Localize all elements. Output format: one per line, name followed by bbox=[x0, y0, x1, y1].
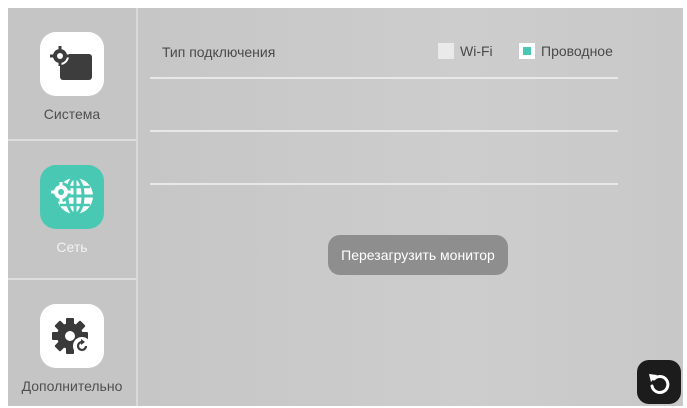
sidebar-item-label: Дополнительно bbox=[21, 378, 123, 394]
wired-option[interactable]: Проводное bbox=[519, 43, 613, 59]
divider-line bbox=[150, 183, 618, 185]
monitor-screen: Система Сеть Дополнительно Тип подключен… bbox=[8, 8, 683, 406]
divider-line bbox=[150, 77, 618, 79]
divider-line bbox=[150, 130, 618, 132]
sidebar-item-advanced[interactable]: Дополнительно bbox=[8, 280, 136, 406]
network-settings-panel: Тип подключения Wi-Fi Проводное Перезагр… bbox=[138, 8, 683, 406]
connection-type-label: Тип подключения bbox=[162, 44, 276, 60]
back-arrow-icon bbox=[649, 374, 670, 394]
system-settings-icon bbox=[40, 32, 104, 96]
sidebar-item-system[interactable]: Система bbox=[8, 8, 136, 140]
wifi-option[interactable]: Wi-Fi bbox=[438, 43, 493, 59]
sidebar-item-label: Система bbox=[43, 106, 101, 122]
wired-checkbox[interactable] bbox=[519, 43, 535, 59]
sidebar-item-network[interactable]: Сеть bbox=[8, 141, 136, 273]
network-globe-gear-icon bbox=[40, 165, 104, 229]
wifi-checkbox[interactable] bbox=[438, 43, 454, 59]
advanced-gear-refresh-icon bbox=[40, 304, 104, 368]
wired-option-label: Проводное bbox=[541, 43, 613, 59]
reboot-monitor-button[interactable]: Перезагрузить монитор bbox=[328, 235, 508, 275]
wifi-option-label: Wi-Fi bbox=[460, 43, 493, 59]
sidebar: Система Сеть Дополнительно bbox=[8, 8, 138, 406]
sidebar-item-label: Сеть bbox=[56, 239, 88, 255]
back-button[interactable] bbox=[637, 360, 681, 404]
